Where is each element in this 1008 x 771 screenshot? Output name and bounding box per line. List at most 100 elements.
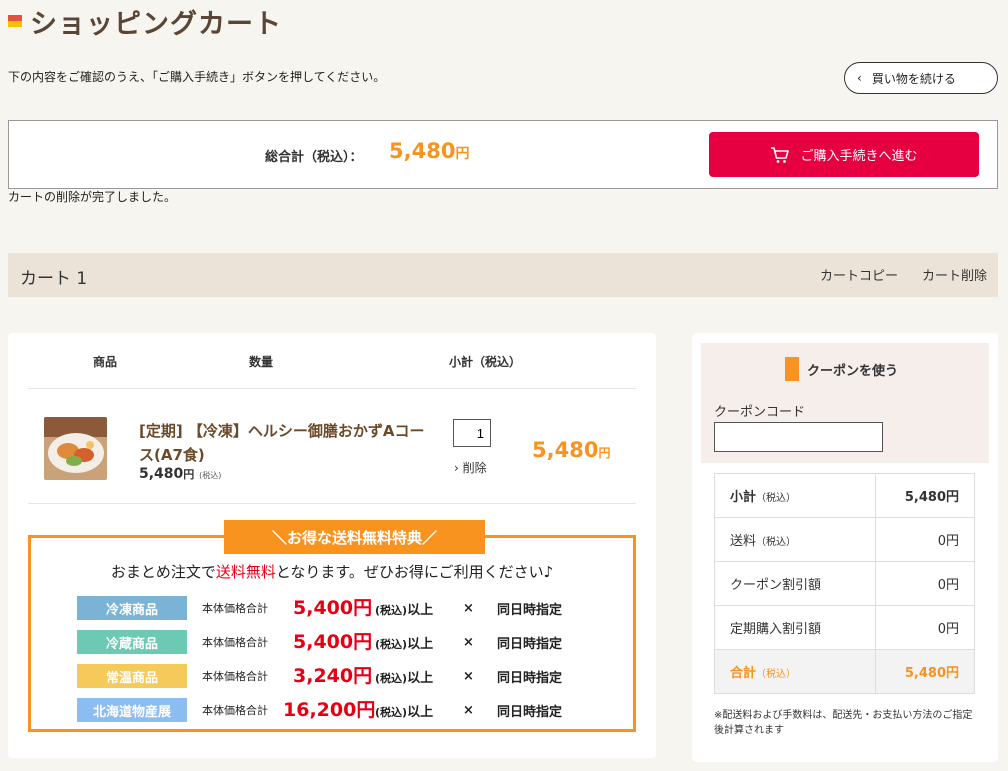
divider: [28, 503, 636, 504]
summary-row: 小計（税込） 5,480円: [714, 473, 975, 518]
summary-value: 5,480円: [875, 649, 975, 694]
summary-value: 0円: [875, 605, 975, 650]
promo-category-badge: 常温商品: [77, 664, 187, 688]
promo-tax-label: (税込): [375, 705, 408, 719]
summary-label-text: 合計: [730, 666, 757, 681]
promo-base-label: 本体価格合計: [202, 670, 268, 683]
cart-name: カート 1: [20, 269, 88, 289]
promo-message-highlight: 送料無料: [215, 563, 276, 581]
cart-copy-link[interactable]: カートコピー: [820, 265, 898, 284]
promo-condition-suffix: 以上: [407, 670, 434, 686]
page-title-text: ショッピングカート: [30, 8, 282, 40]
promo-base-label: 本体価格合計: [202, 636, 268, 649]
chevron-right-icon: ›: [454, 461, 459, 475]
quantity-input[interactable]: [453, 419, 491, 447]
summary-row: 定期購入割引額 0円: [714, 605, 975, 650]
item-delete-label: 削除: [462, 461, 487, 475]
promo-times: ×: [463, 668, 474, 684]
cart-header: カート 1 カートコピー カート削除: [8, 253, 998, 297]
summary-value: 5,480円: [875, 473, 975, 518]
promo-row: 北海道物産展 本体価格合計 16,200円 (税込)以上 × 同日時指定: [77, 698, 562, 722]
promo-times: ×: [463, 702, 474, 718]
summary-label-tax: （税込）: [756, 669, 797, 680]
summary-table: 小計（税込） 5,480円 送料（税込） 0円 クーポン割引額 0円 定期購入割引額 0円 合計…: [714, 473, 975, 694]
product-name[interactable]: [定期] 【冷凍】ヘルシー御膳おかずAコース(A7食): [139, 419, 429, 467]
product-price-tax: (税込): [199, 471, 222, 480]
promo-category-badge: 冷凍商品: [77, 596, 187, 620]
promo-same-time: 同日時指定: [497, 670, 563, 686]
promo-same-time: 同日時指定: [497, 636, 563, 652]
summary-label-tax: （税込）: [756, 493, 797, 504]
summary-value: 0円: [875, 517, 975, 562]
deleted-message: カートの削除が完了しました。: [8, 190, 177, 204]
column-header-subtotal: 小計（税込）: [449, 355, 522, 369]
summary-row: 送料（税込） 0円: [714, 517, 975, 562]
promo-condition-suffix: 以上: [407, 602, 434, 618]
product-price: 5,480円 (税込): [139, 466, 221, 482]
promo-amount: 5,400円: [293, 631, 373, 653]
cart-delete-link[interactable]: カート削除: [922, 265, 987, 284]
product-price-yen: 円: [183, 468, 195, 481]
coupon-title: クーポンを使う: [785, 357, 898, 381]
promo-times: ×: [463, 634, 474, 650]
chevron-left-icon: ‹: [857, 71, 862, 85]
promo-category-badge: 北海道物産展: [77, 698, 187, 722]
grand-total-value: 5,480円: [389, 139, 469, 163]
summary-row: クーポン割引額 0円: [714, 561, 975, 606]
item-subtotal-amount: 5,480: [532, 438, 599, 462]
summary-label-text: 小計: [730, 490, 757, 505]
title-mark-icon: [8, 15, 22, 27]
checkout-label: ご購入手続きへ進む: [800, 149, 918, 164]
summary-footnote: ※配送料および手数料は、配送先・お支払い方法のご指定後計算されます: [714, 710, 973, 736]
summary-label: 送料（税込）: [714, 517, 876, 562]
promo-amount: 3,240円: [293, 665, 373, 687]
summary-label-tax: （税込）: [756, 537, 797, 548]
promo-tax-label: (税込): [375, 637, 408, 651]
promo-base-label: 本体価格合計: [202, 704, 268, 717]
summary-label-text: 送料: [730, 534, 757, 549]
cart-items-card: 商品 数量 小計（税込） [定期] 【冷凍】ヘルシー御膳おかずAコース(A7食)…: [8, 333, 656, 758]
summary-row: 合計（税込） 5,480円: [714, 649, 975, 694]
page-title: ショッピングカート: [8, 4, 282, 40]
promo-category-badge: 冷蔵商品: [77, 630, 187, 654]
coupon-code-input[interactable]: [714, 422, 883, 452]
total-bar: 総合計（税込）： 5,480円 ご購入手続きへ進む: [8, 120, 998, 189]
promo-amount: 5,400円: [293, 597, 373, 619]
promo-condition: (税込)以上: [375, 599, 433, 618]
summary-label: 定期購入割引額: [714, 605, 876, 650]
continue-shopping-label: 買い物を続ける: [871, 71, 956, 86]
promo-same-time: 同日時指定: [497, 704, 563, 720]
promo-tax-label: (税込): [375, 671, 408, 685]
instruction-text: 下の内容をご確認のうえ、「ご購入手続き」ボタンを押してください。: [8, 70, 386, 84]
promo-message: おまとめ注文で送料無料となります。ぜひお得にご利用ください♪: [31, 561, 633, 582]
grand-total-label: 総合計（税込）：: [265, 150, 363, 165]
item-subtotal: 5,480円: [532, 438, 610, 462]
promo-base-label: 本体価格合計: [202, 602, 268, 615]
promo-message-after: となります。ぜひお得にご利用ください♪: [275, 563, 554, 581]
promo-condition-suffix: 以上: [407, 704, 434, 720]
summary-label: 小計（税込）: [714, 473, 876, 518]
summary-value: 0円: [875, 561, 975, 606]
column-header-quantity: 数量: [249, 355, 274, 369]
promo-row: 冷蔵商品 本体価格合計 5,400円 (税込)以上 × 同日時指定: [77, 630, 562, 654]
promo-condition: (税込)以上: [375, 667, 433, 686]
grand-total-amount: 5,480: [389, 139, 456, 163]
cart-icon: [771, 146, 790, 163]
summary-label: クーポン割引額: [714, 561, 876, 606]
checkout-button[interactable]: ご購入手続きへ進む: [709, 132, 979, 177]
column-header-product: 商品: [93, 355, 118, 369]
promo-row: 冷凍商品 本体価格合計 5,400円 (税込)以上 × 同日時指定: [77, 596, 562, 620]
item-delete-link[interactable]: › 削除: [454, 459, 487, 476]
coupon-code-label: クーポンコード: [714, 405, 806, 420]
promo-condition: (税込)以上: [375, 633, 433, 652]
promo-condition-suffix: 以上: [407, 636, 434, 652]
coupon-title-text: クーポンを使う: [807, 363, 899, 379]
summary-label: 合計（税込）: [714, 649, 876, 694]
product-image[interactable]: [44, 417, 107, 480]
summary-label-text: クーポン割引額: [730, 578, 822, 593]
free-shipping-promo: ＼お得な送料無料特典／ おまとめ注文で送料無料となります。ぜひお得にご利用くださ…: [28, 520, 636, 732]
summary-label-text: 定期購入割引額: [730, 622, 822, 637]
continue-shopping-button[interactable]: ‹ 買い物を続ける: [844, 62, 998, 94]
promo-amount: 16,200円: [283, 699, 376, 721]
promo-row: 常温商品 本体価格合計 3,240円 (税込)以上 × 同日時指定: [77, 664, 562, 688]
